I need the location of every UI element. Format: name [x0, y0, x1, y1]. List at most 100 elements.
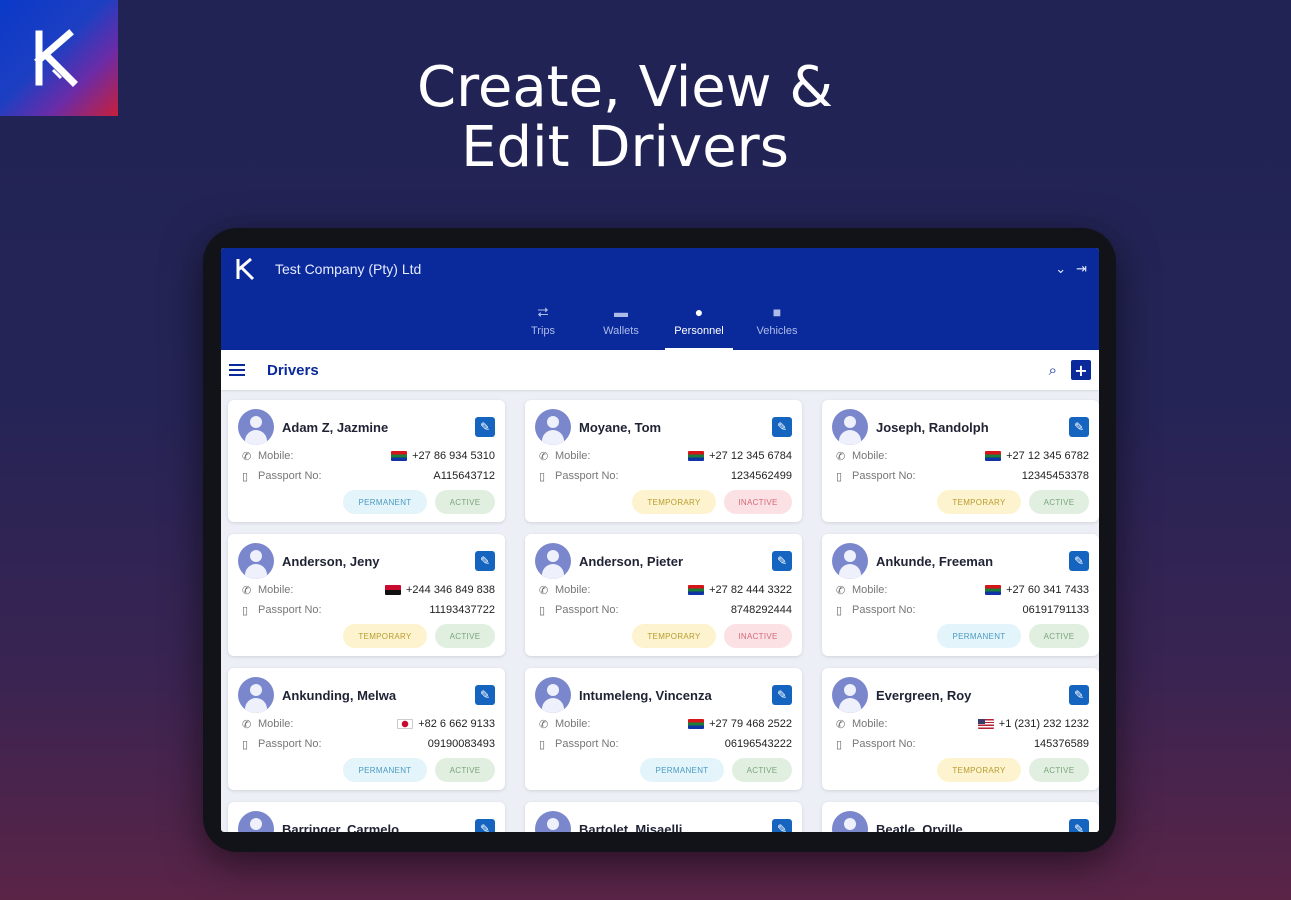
add-driver-button[interactable]: + [1071, 360, 1091, 380]
mobile-number: +27 86 934 5310 [412, 450, 495, 462]
driver-name: Beatle, Orville [876, 821, 963, 833]
mobile-number: +1 (231) 232 1232 [998, 718, 1089, 730]
driver-card[interactable]: Ankunde, Freeman ✎ ✆ Mobile: +27 60 341 … [822, 534, 1099, 656]
driver-name: Anderson, Pieter [579, 553, 684, 569]
tab-label: Personnel [674, 325, 724, 337]
mobile-row: ✆ Mobile: +27 12 345 6782 [832, 446, 1089, 466]
driver-card[interactable]: Moyane, Tom ✎ ✆ Mobile: +27 12 345 6784 … [525, 400, 802, 522]
edit-button[interactable]: ✎ [1069, 417, 1089, 437]
edit-button[interactable]: ✎ [1069, 819, 1089, 832]
pencil-icon: ✎ [479, 822, 491, 832]
mobile-number: +27 12 345 6784 [709, 450, 792, 462]
passport-icon: ▯ [836, 604, 843, 617]
mobile-value: +82 6 662 9133 [397, 718, 495, 730]
passport-label: Passport No: [258, 738, 322, 750]
passport-icon: ▯ [242, 470, 249, 483]
passport-row: ▯ Passport No: 145376589 [832, 734, 1089, 754]
badges: PERMANENT ACTIVE [238, 758, 495, 782]
badges: TEMPORARY INACTIVE [535, 490, 792, 514]
edit-button[interactable]: ✎ [1069, 551, 1089, 571]
driver-name: Intumeleng, Vincenza [579, 687, 712, 703]
driver-card[interactable]: Adam Z, Jazmine ✎ ✆ Mobile: +27 86 934 5… [228, 400, 505, 522]
flag-icon [985, 585, 1002, 595]
driver-card[interactable]: Anderson, Jeny ✎ ✆ Mobile: +244 346 849 … [228, 534, 505, 656]
status-badge: ACTIVE [435, 490, 495, 514]
passport-label: Passport No: [555, 738, 619, 750]
type-badge: TEMPORARY [632, 624, 716, 648]
avatar [832, 409, 868, 445]
search-icon[interactable]: ⌕ [1049, 361, 1057, 379]
avatar [238, 677, 274, 713]
edit-button[interactable]: ✎ [1069, 685, 1089, 705]
mobile-row: ✆ Mobile: +244 346 849 838 [238, 580, 495, 600]
pencil-icon: ✎ [776, 822, 788, 832]
passport-row: ▯ Passport No: 06196543222 [535, 734, 792, 754]
card-header: Anderson, Pieter ✎ [535, 542, 792, 580]
driver-card[interactable]: Anderson, Pieter ✎ ✆ Mobile: +27 82 444 … [525, 534, 802, 656]
phone-icon: ✆ [539, 450, 549, 463]
avatar [238, 409, 274, 445]
status-badge: ACTIVE [732, 758, 792, 782]
avatar [832, 677, 868, 713]
phone-icon: ✆ [836, 450, 846, 463]
mobile-value: +27 86 934 5310 [391, 450, 495, 462]
card-header: Adam Z, Jazmine ✎ [238, 408, 495, 446]
edit-button[interactable]: ✎ [772, 551, 792, 571]
driver-card[interactable]: Intumeleng, Vincenza ✎ ✆ Mobile: +27 79 … [525, 668, 802, 790]
driver-card[interactable]: Beatle, Orville ✎ [822, 802, 1099, 832]
passport-number: 09190083493 [427, 738, 495, 750]
passport-number: 1234562499 [730, 470, 792, 482]
status-badge: ACTIVE [435, 758, 495, 782]
mobile-label: Mobile: [258, 450, 294, 462]
passport-label: Passport No: [555, 604, 619, 616]
mobile-row: ✆ Mobile: +27 60 341 7433 [832, 580, 1089, 600]
edit-button[interactable]: ✎ [772, 685, 792, 705]
card-header: Joseph, Randolph ✎ [832, 408, 1089, 446]
driver-card[interactable]: Barringer, Carmelo ✎ [228, 802, 505, 832]
badges: TEMPORARY ACTIVE [832, 490, 1089, 514]
tab-personnel[interactable]: ● Personnel [665, 294, 733, 350]
badges: PERMANENT ACTIVE [535, 758, 792, 782]
headline: Create, View & Edit Drivers [0, 58, 1250, 178]
mobile-row: ✆ Mobile: +27 82 444 3322 [535, 580, 792, 600]
tab-wallets[interactable]: ▬ Wallets [587, 294, 655, 350]
status-badge: INACTIVE [724, 490, 792, 514]
card-header: Intumeleng, Vincenza ✎ [535, 676, 792, 714]
edit-button[interactable]: ✎ [772, 819, 792, 832]
flag-icon [397, 719, 414, 729]
driver-card[interactable]: Evergreen, Roy ✎ ✆ Mobile: +1 (231) 232 … [822, 668, 1099, 790]
chevron-down-icon[interactable]: ⌄ [1055, 262, 1066, 277]
menu-icon[interactable] [229, 364, 245, 376]
phone-icon: ✆ [539, 718, 549, 731]
passport-icon: ▯ [242, 604, 249, 617]
main-nav: ⮂ Trips ▬ Wallets ● Personnel ■ Vehicles [221, 290, 1099, 350]
trips-icon: ⮂ [537, 304, 549, 320]
pencil-icon: ✎ [776, 554, 788, 568]
mobile-number: +244 346 849 838 [405, 584, 495, 596]
driver-card[interactable]: Ankunding, Melwa ✎ ✆ Mobile: +82 6 662 9… [228, 668, 505, 790]
tab-trips[interactable]: ⮂ Trips [509, 294, 577, 350]
driver-card[interactable]: Joseph, Randolph ✎ ✆ Mobile: +27 12 345 … [822, 400, 1099, 522]
pencil-icon: ✎ [479, 554, 491, 568]
tab-vehicles[interactable]: ■ Vehicles [743, 294, 811, 350]
person-icon: ● [694, 304, 704, 320]
type-badge: TEMPORARY [632, 490, 716, 514]
mobile-label: Mobile: [852, 584, 888, 596]
edit-button[interactable]: ✎ [772, 417, 792, 437]
mobile-label: Mobile: [258, 584, 294, 596]
mobile-label: Mobile: [852, 450, 888, 462]
passport-row: ▯ Passport No: A115643712 [238, 466, 495, 486]
app-screen: Test Company (Pty) Ltd ⌄ ⇥ ⮂ Trips ▬ Wal… [221, 248, 1099, 832]
logout-icon[interactable]: ⇥ [1076, 262, 1087, 277]
passport-row: ▯ Passport No: 12345453378 [832, 466, 1089, 486]
edit-button[interactable]: ✎ [475, 819, 495, 832]
type-badge: PERMANENT [343, 490, 427, 514]
driver-card[interactable]: Bartolet, Misaelli ✎ [525, 802, 802, 832]
edit-button[interactable]: ✎ [475, 685, 495, 705]
driver-name: Evergreen, Roy [876, 687, 972, 703]
edit-button[interactable]: ✎ [475, 417, 495, 437]
edit-button[interactable]: ✎ [475, 551, 495, 571]
badges: PERMANENT ACTIVE [832, 624, 1089, 648]
avatar [238, 811, 274, 832]
mobile-number: +27 60 341 7433 [1006, 584, 1089, 596]
